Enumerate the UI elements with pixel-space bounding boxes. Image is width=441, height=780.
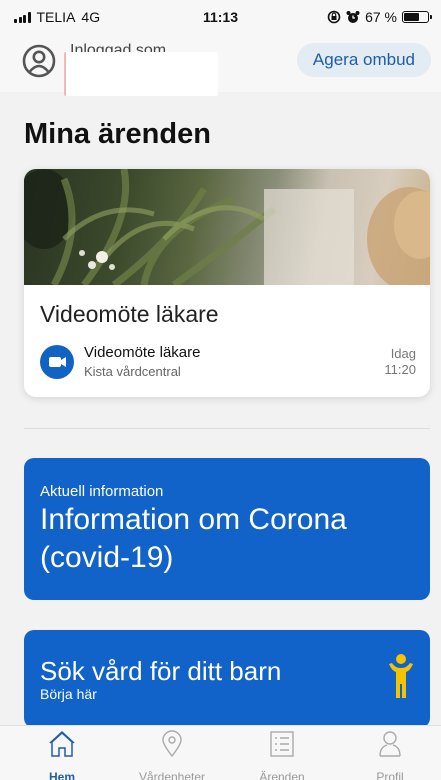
plants-photo [24,169,430,285]
status-bar: TELIA 4G 11:13 67 % [0,0,441,30]
corona-info-card[interactable]: Aktuell information Information om Coron… [24,458,430,600]
info-kicker: Aktuell information [40,483,164,500]
tab-label-care-units: Vårdenheter [138,770,206,780]
profile-icon [379,731,401,757]
appointment-day: Idag [390,346,416,361]
lock-rotation-icon [327,10,341,24]
list-icon [270,731,294,757]
alarm-icon [346,11,360,23]
act-as-agent-button[interactable]: Agera ombud [296,43,431,77]
child-icon [389,654,413,698]
divider [24,428,430,429]
person-circle-icon[interactable] [22,44,56,78]
user-name-field [64,52,218,96]
child-care-card[interactable]: Sök vård för ditt barn Börja här [24,630,430,728]
info-title: Information om Corona (covid-19) [40,503,347,574]
tab-home[interactable]: Hem [22,726,102,780]
home-icon [49,730,75,757]
tab-care-units[interactable]: Vårdenheter [132,726,212,780]
appointment-time: 11:20 [384,362,416,377]
tab-label-cases: Ärenden [259,770,305,780]
appointment-clinic: Kista vårdcentral [84,364,181,379]
case-card[interactable]: Videomöte läkare Videomöte läkare Kista … [24,169,430,397]
status-right: 67 % [327,9,432,25]
tab-cases[interactable]: Ärenden [242,726,322,780]
battery-icon [402,11,432,23]
child-care-subtitle: Börja här [40,686,97,702]
case-image [24,169,430,285]
tab-bar: Hem Vårdenheter Ärenden Profil [0,725,441,780]
page-title: Mina ärenden [24,118,211,150]
video-camera-icon [40,345,74,379]
battery-percent: 67 % [365,9,397,25]
tab-profile[interactable]: Profil [350,726,430,780]
case-title: Videomöte läkare [40,301,219,327]
tab-label-home: Hem [48,770,75,780]
tab-label-profile: Profil [376,770,404,780]
child-care-title: Sök vård för ditt barn [40,656,282,686]
location-pin-icon [162,730,182,758]
appointment-row[interactable]: Videomöte läkare Kista vårdcentral Idag … [40,344,416,384]
header: Inloggad som Agera ombud [0,30,441,96]
appointment-title: Videomöte läkare [84,344,201,361]
